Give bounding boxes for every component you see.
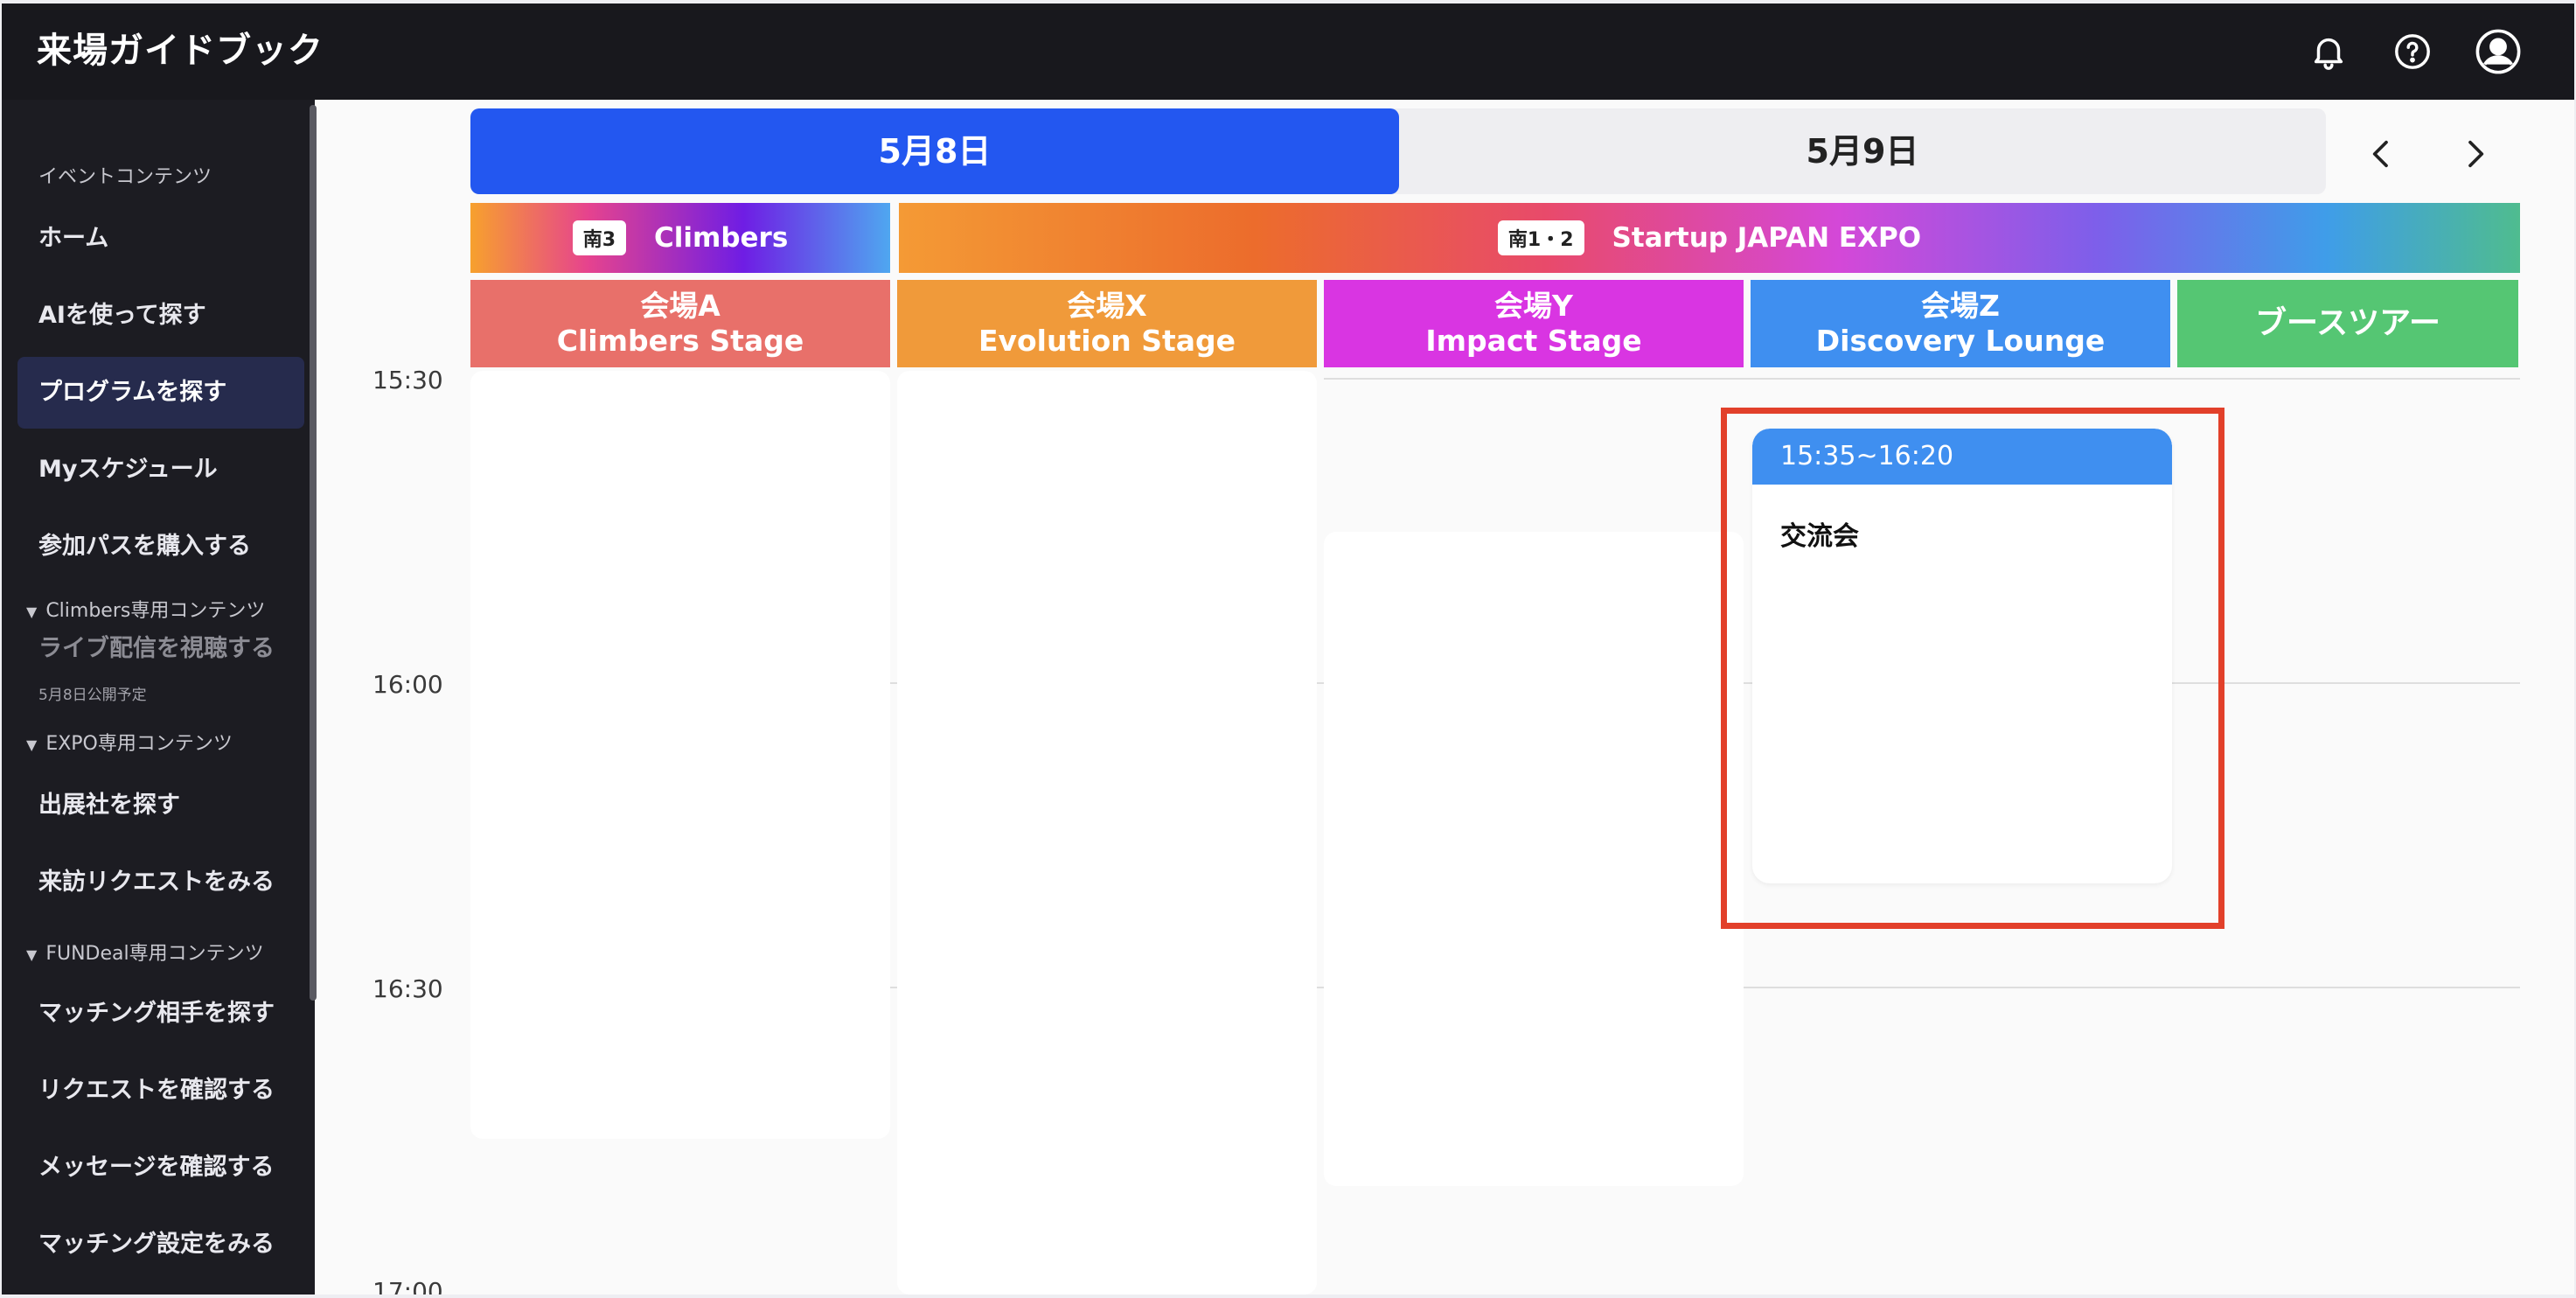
stage-header-z: 会場Z Discovery Lounge <box>1751 280 2170 367</box>
stage-venue: 会場A <box>640 289 721 323</box>
sidebar-item-my-schedule[interactable]: Myスケジュール <box>17 434 304 506</box>
app-window: 来場ガイドブック イベントコンテンツ ホーム AIを使って探す プログラムを探す <box>2 3 2574 1295</box>
sidebar-item-label: ライブ配信を視聴する <box>38 635 275 662</box>
tab-may-9[interactable]: 5月9日 <box>1399 108 2326 194</box>
stage-name: Evolution Stage <box>978 324 1236 358</box>
time-label: 17:00 <box>372 1277 443 1295</box>
sidebar-item-match-settings[interactable]: マッチング設定をみる <box>17 1209 304 1281</box>
tab-may-8[interactable]: 5月8日 <box>470 108 1399 194</box>
stage-venue: 会場Z <box>1921 289 2000 323</box>
grid-line <box>1324 378 2520 380</box>
sidebar-group-label: EXPO専用コンテンツ <box>45 733 233 755</box>
session-slot[interactable] <box>897 371 1317 1295</box>
event-name: Startup JAPAN EXPO <box>1612 222 1922 254</box>
time-label: 15:30 <box>372 366 443 394</box>
event-banner-expo: 南1・2 Startup JAPAN EXPO <box>899 203 2520 273</box>
chevron-right-icon[interactable] <box>2457 136 2492 171</box>
highlight-box <box>1721 408 2224 929</box>
sidebar-item-label: マッチング相手を探す <box>38 1000 275 1027</box>
sidebar-item-messages[interactable]: メッセージを確認する <box>17 1132 304 1204</box>
triangle-down-icon: ▼ <box>26 946 38 963</box>
sidebar-group-fundeal[interactable]: ▼ FUNDeal専用コンテンツ <box>26 938 264 966</box>
sidebar-item-label: プログラムを探す <box>38 379 227 406</box>
session-slot[interactable] <box>1324 532 1744 1186</box>
stage-venue: 会場X <box>1067 289 1147 323</box>
sidebar-item-programs[interactable]: プログラムを探す <box>17 357 304 429</box>
sidebar-item-find-match[interactable]: マッチング相手を探す <box>17 978 304 1050</box>
stage-header-a: 会場A Climbers Stage <box>470 280 890 367</box>
sidebar-item-label: AIを使って探す <box>38 302 206 329</box>
event-name: Climbers <box>654 222 789 254</box>
stage-header-x: 会場X Evolution Stage <box>897 280 1317 367</box>
sidebar-item-label: Myスケジュール <box>38 456 218 483</box>
stage-name: Discovery Lounge <box>1815 324 2106 358</box>
sidebar-item-label: 来訪リクエストをみる <box>38 869 275 896</box>
hall-badge: 南3 <box>572 220 627 255</box>
sidebar-item-check-requests[interactable]: リクエストを確認する <box>17 1055 304 1127</box>
stage-name: Climbers Stage <box>556 324 804 358</box>
sidebar-group-label: FUNDeal専用コンテンツ <box>45 943 264 965</box>
time-label: 16:00 <box>372 670 443 699</box>
sidebar-item-label: マッチング設定をみる <box>38 1231 275 1258</box>
triangle-down-icon: ▼ <box>26 736 38 753</box>
account-icon[interactable] <box>2475 28 2522 75</box>
app-title: 来場ガイドブック <box>37 31 324 71</box>
chevron-left-icon[interactable] <box>2364 136 2399 171</box>
sidebar-item-ai-search[interactable]: AIを使って探す <box>17 280 304 352</box>
help-icon[interactable] <box>2392 31 2433 72</box>
stage-name: ブースツアー <box>2254 305 2441 341</box>
sidebar-item-label: 参加パスを購入する <box>38 533 251 560</box>
bell-icon[interactable] <box>2308 31 2349 72</box>
sidebar-item-visit-requests[interactable]: 来訪リクエストをみる <box>17 847 304 918</box>
sidebar-item-label: 出展社を探す <box>38 792 180 819</box>
sidebar-item-label: リクエストを確認する <box>38 1077 275 1104</box>
sidebar-item-label: ホーム <box>38 225 109 252</box>
sidebar: イベントコンテンツ ホーム AIを使って探す プログラムを探す Myスケジュール… <box>2 100 315 1295</box>
stage-header-y: 会場Y Impact Stage <box>1324 280 1744 367</box>
triangle-down-icon: ▼ <box>26 604 38 620</box>
event-banner-climbers: 南3 Climbers <box>470 203 890 273</box>
sidebar-group-label: Climbers専用コンテンツ <box>45 600 266 622</box>
top-header: 来場ガイドブック <box>2 3 2574 100</box>
schedule-main: 5月8日 5月9日 南3 Climbers 南1・2 Startup JAPAN… <box>315 100 2574 1295</box>
sidebar-item-label: メッセージを確認する <box>38 1154 275 1181</box>
hall-badge: 南1・2 <box>1497 220 1584 255</box>
stage-venue: 会場Y <box>1494 289 1573 323</box>
time-label: 16:30 <box>372 974 443 1003</box>
sidebar-item-exhibitors[interactable]: 出展社を探す <box>17 770 304 841</box>
sidebar-item-home[interactable]: ホーム <box>17 203 304 275</box>
stage-header-booth-tour: ブースツアー <box>2177 280 2518 367</box>
sidebar-item-live-note: 5月8日公開予定 <box>38 687 147 704</box>
sidebar-section-event: イベントコンテンツ <box>38 166 212 188</box>
date-tabs: 5月8日 5月9日 <box>470 108 2326 194</box>
sidebar-group-expo[interactable]: ▼ EXPO専用コンテンツ <box>26 728 233 756</box>
sidebar-group-climbers[interactable]: ▼ Climbers専用コンテンツ <box>26 595 265 623</box>
session-slot[interactable] <box>470 371 890 1139</box>
sidebar-item-live[interactable]: ライブ配信を視聴する <box>17 623 304 675</box>
stage-name: Impact Stage <box>1425 324 1642 358</box>
sidebar-item-buy-pass[interactable]: 参加パスを購入する <box>17 511 304 583</box>
